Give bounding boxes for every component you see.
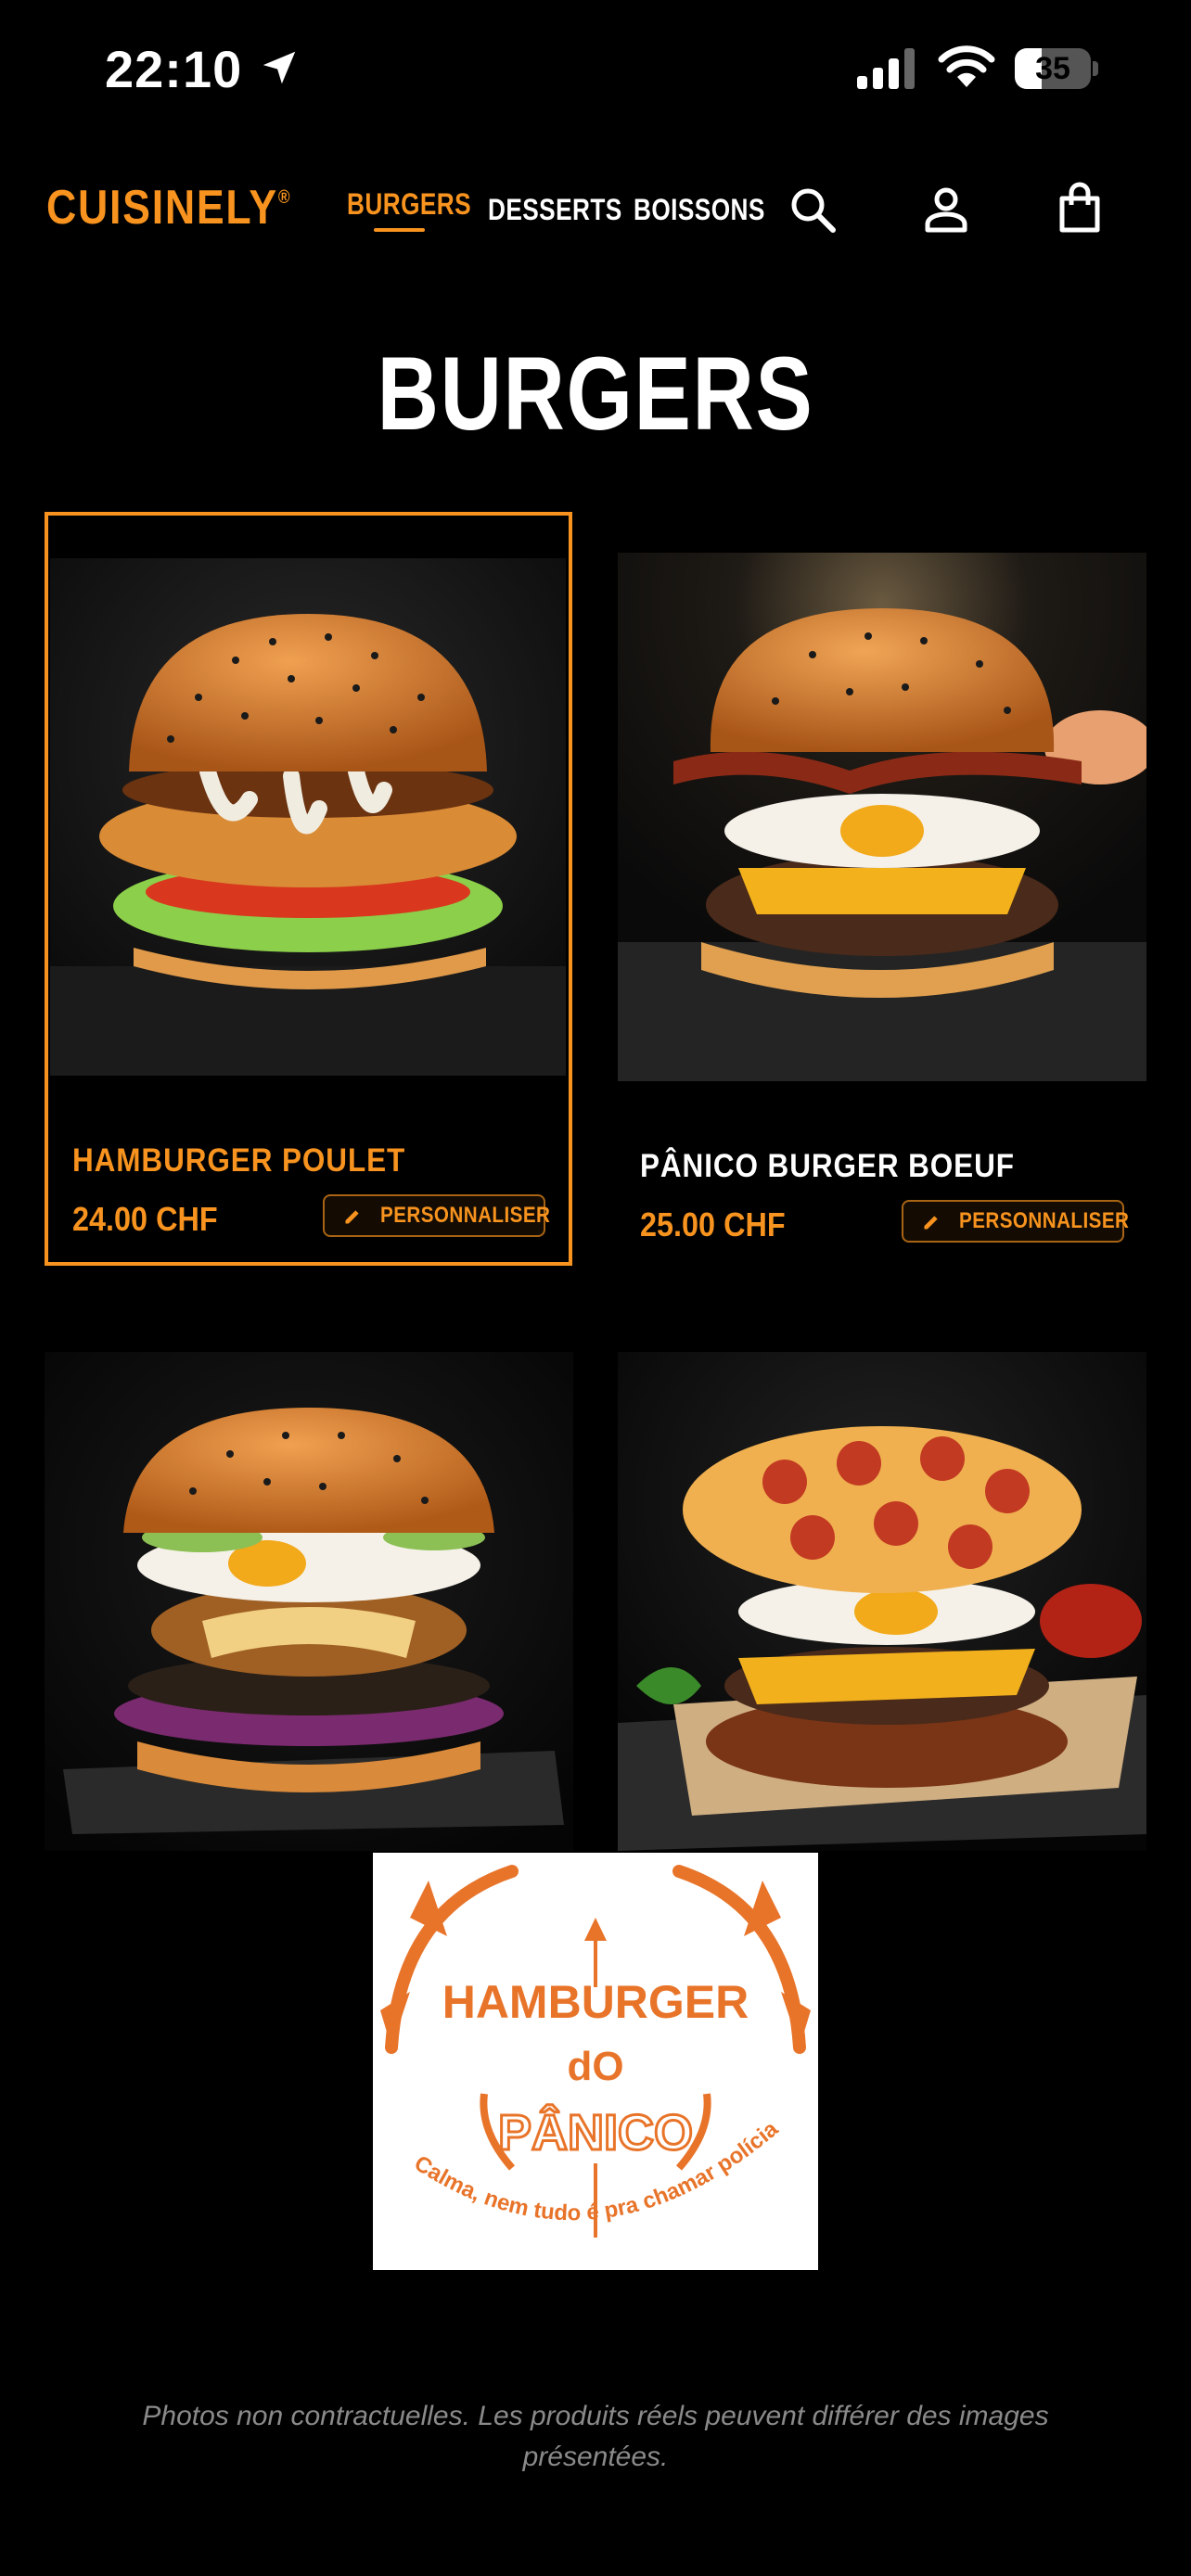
page-title: BURGERS xyxy=(377,336,814,452)
promo-line1: HAMBURGER xyxy=(442,1976,749,2028)
top-navigation: CUISINELY® BURGERS DESSERTS BOISSONS xyxy=(0,167,1191,260)
hamburger-do-panico-logo: HAMBURGER dO PÂNICO Calma, nem tudo é pr… xyxy=(373,1853,818,2270)
active-nav-indicator xyxy=(374,228,425,232)
shopping-bag-icon[interactable] xyxy=(1054,182,1106,234)
battery-percent: 35 xyxy=(1035,51,1070,86)
product-image-panico-burger-boeuf[interactable] xyxy=(618,553,1146,1081)
cellular-signal-icon xyxy=(857,48,915,89)
battery-indicator: 35 xyxy=(1015,48,1098,89)
product-image-burger-egg-avocado[interactable] xyxy=(45,1352,573,1851)
promo-line2: dO xyxy=(567,2044,623,2089)
product-image-burger-pizza[interactable] xyxy=(618,1352,1146,1851)
brand-logo[interactable]: CUISINELY® xyxy=(46,180,291,236)
user-icon[interactable] xyxy=(920,184,972,236)
nav-link-burgers[interactable]: BURGERS xyxy=(347,187,471,222)
product-name: PÂNICO BURGER BOEUF xyxy=(640,1148,1015,1184)
brand-name: CUISINELY xyxy=(46,181,278,235)
nav-link-boissons[interactable]: BOISSONS xyxy=(634,193,765,227)
product-price: 25.00 CHF xyxy=(640,1205,786,1243)
personaliser-button[interactable]: PERSONNALISER xyxy=(902,1200,1129,1243)
selected-card-highlight xyxy=(45,512,572,1266)
search-icon[interactable] xyxy=(787,184,839,236)
registered-mark: ® xyxy=(277,187,292,208)
nav-link-desserts[interactable]: DESSERTS xyxy=(488,193,622,227)
pencil-icon xyxy=(924,1216,938,1230)
disclaimer-text: Photos non contractuelles. Les produits … xyxy=(142,2401,1049,2472)
status-time: 22:10 xyxy=(105,40,243,98)
personaliser-label: PERSONNALISER xyxy=(959,1208,1130,1233)
location-arrow-icon xyxy=(263,51,296,84)
promo-line3: PÂNICO xyxy=(498,2104,693,2161)
wifi-icon xyxy=(938,45,995,87)
status-bar: 22:10 35 xyxy=(0,0,1191,139)
